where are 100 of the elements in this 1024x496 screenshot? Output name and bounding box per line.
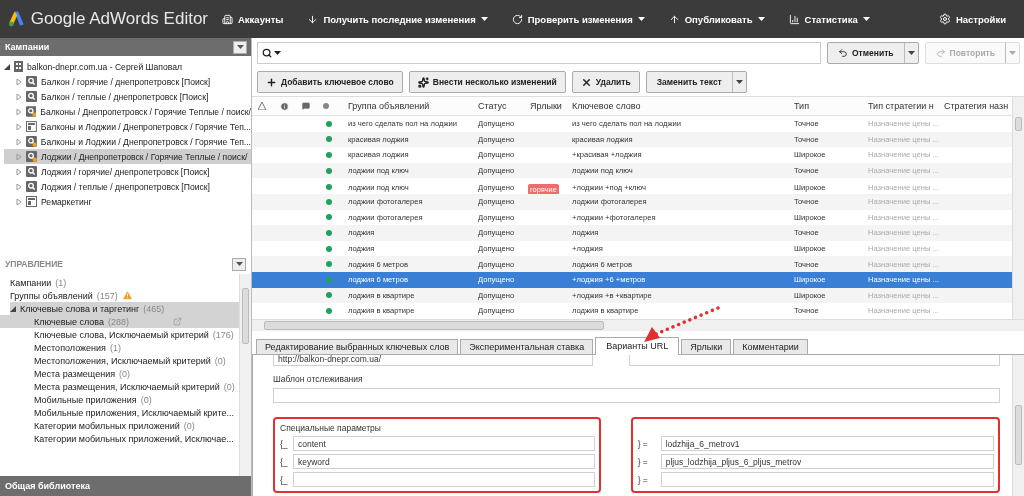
tab[interactable]: Экспериментальная ставка: [460, 339, 594, 354]
tab[interactable]: Комментарии: [733, 339, 808, 354]
campaign-item[interactable]: Лоджия / горячие/ днепропетровск [Поиск]: [4, 164, 251, 179]
brace-symbol: {_: [280, 474, 289, 485]
column-header[interactable]: Статус: [474, 101, 526, 111]
plus-icon: [266, 76, 277, 88]
menu-button[interactable]: Получить последние изменения: [297, 9, 498, 29]
tab[interactable]: Варианты URL: [595, 337, 680, 355]
campaign-item[interactable]: Балконы / Днепропетровск / Горячие Теплые / поиск/: [4, 104, 251, 119]
campaign-item[interactable]: Балкон / теплые / днепропетровск [Поиск]: [4, 89, 251, 104]
scrollbar[interactable]: [1012, 355, 1024, 496]
equals-symbol: } =: [637, 474, 649, 485]
status-dot: [326, 292, 332, 299]
caret-icon: [907, 51, 915, 55]
tab[interactable]: Ярлыки: [681, 339, 732, 354]
nav-item[interactable]: Кампании (1): [10, 276, 239, 289]
campaign-item[interactable]: Балконы и Лоджии / Днепропетровск / Горячие Теп...: [4, 134, 251, 149]
panel-title: Кампании: [5, 42, 50, 52]
column-header[interactable]: Ярлыки: [526, 101, 568, 111]
dropdown-button[interactable]: [233, 40, 247, 54]
url-field[interactable]: http://balkon-dnepr.com.ua/: [273, 355, 593, 366]
external-link-icon[interactable]: [173, 317, 183, 326]
param-value-field[interactable]: lodzhija_6_metrov1: [660, 436, 994, 451]
account-item[interactable]: balkon-dnepr.com.ua - Сергей Шаповал: [4, 59, 251, 74]
scrollbar[interactable]: [239, 274, 251, 476]
nav-item[interactable]: Ключевые слова и таргетинг (465): [10, 302, 239, 315]
nav-item[interactable]: Категории мобильных приложений (0): [0, 419, 239, 432]
split-button[interactable]: Заменить текст: [645, 71, 747, 93]
menu-button[interactable]: Опубликовать: [658, 9, 775, 29]
brace-symbol: {_: [280, 438, 289, 449]
logo-icon: [8, 10, 25, 28]
tracking-field[interactable]: [273, 388, 1000, 403]
nav-item[interactable]: Группы объявлений (157): [10, 289, 239, 302]
expand-icon[interactable]: [4, 63, 10, 70]
error-icon: [280, 101, 289, 111]
expand-icon[interactable]: [10, 305, 16, 312]
search-icon: [262, 48, 272, 58]
toolbar-button[interactable]: Внести несколько изменений: [408, 71, 566, 93]
field-label: Шаблон отслеживания: [273, 374, 364, 384]
nav-item[interactable]: Мобильные приложения, Исключаемый крите...: [0, 406, 239, 419]
menu-button[interactable]: Аккаунты: [212, 9, 294, 29]
toolbar-button[interactable]: Добавить ключевое слово: [257, 71, 403, 93]
column-header[interactable]: Группа объявлений: [344, 101, 474, 111]
library-bar[interactable]: Общая библиотека: [0, 476, 251, 496]
caret-icon: [235, 262, 243, 266]
comment-icon: [302, 102, 310, 110]
param-name-field[interactable]: [293, 472, 595, 487]
status-dot: [326, 136, 332, 143]
nav-item[interactable]: Местоположения, Исключаемый критерий (0): [0, 354, 239, 367]
app-title: Google AdWords Editor: [30, 9, 208, 29]
nav-item[interactable]: Места размещения (0): [0, 367, 239, 380]
nav-item[interactable]: Ключевые слова, Исключаемый критерий (176): [0, 328, 239, 341]
dropdown-button[interactable]: [232, 257, 246, 271]
param-name-field[interactable]: content: [293, 436, 595, 451]
campaign-item[interactable]: Лоджии / Днепропетровск / Горячие Теплые / поиск/: [4, 149, 251, 164]
field-label: Специальные параметры: [280, 423, 382, 433]
close-icon: [580, 76, 592, 88]
column-header[interactable]: Тип стратегии н: [864, 101, 940, 111]
status-dot: [326, 167, 332, 174]
caret-icon: [236, 45, 244, 49]
column-header[interactable]: Тип: [790, 101, 864, 111]
nav-item[interactable]: Ключевые слова (288): [0, 315, 239, 328]
scrollbar[interactable]: [252, 319, 1024, 331]
download-icon: [307, 13, 319, 25]
campaign-item[interactable]: Лоджия / теплые / днепропетровск [Поиск]: [4, 179, 251, 194]
caret-icon: [735, 80, 743, 84]
param-value-field[interactable]: [660, 472, 994, 487]
redo-icon: [935, 48, 946, 58]
refresh-icon: [511, 13, 523, 25]
param-value-field[interactable]: pljus_lodzhija_pljus_6_pljus_metrov: [660, 454, 994, 469]
campaign-item[interactable]: Балконы и Лоджии / Днепропетровск / Горячие Теп...: [4, 119, 251, 134]
nav-item[interactable]: Мобильные приложения (0): [0, 393, 239, 406]
scrollbar[interactable]: [1012, 97, 1024, 319]
nav-item[interactable]: Категории мобильных приложений, Исключае...: [0, 432, 239, 445]
split-button[interactable]: Отменить: [827, 42, 919, 64]
status-dot: [326, 214, 332, 221]
toolbar-button[interactable]: Удалить: [571, 71, 640, 93]
brace-symbol: {_: [280, 456, 289, 467]
param-name-field[interactable]: keyword: [293, 454, 595, 469]
building-icon: [222, 13, 233, 25]
menu-button[interactable]: Проверить изменения: [501, 9, 655, 29]
settings-button[interactable]: Настройки: [928, 9, 1016, 29]
settings-icon: [938, 13, 951, 25]
status-dot: [326, 261, 332, 268]
dropdown-button[interactable]: [731, 72, 746, 92]
search-field[interactable]: [257, 42, 821, 64]
menu-button[interactable]: Статистика: [778, 9, 880, 29]
history-button[interactable]: Отменить: [828, 43, 904, 63]
tab[interactable]: Редактирование выбранных ключевых слов: [256, 339, 459, 354]
campaign-item[interactable]: Ремаркетинг: [4, 194, 251, 209]
nav-item[interactable]: Местоположения (1): [0, 341, 239, 354]
dropdown-button[interactable]: [903, 43, 918, 63]
nav-item[interactable]: Места размещения, Исключаемый критерий (0): [0, 380, 239, 393]
url-field[interactable]: [629, 355, 1000, 366]
toolbar-button[interactable]: Заменить текст: [646, 72, 732, 92]
status-icon: [323, 103, 329, 109]
column-header[interactable]: Стратегия назн: [940, 101, 1012, 111]
undo-icon: [838, 48, 848, 58]
campaign-item[interactable]: Балкон / горячие / днепропетровск [Поиск]: [4, 74, 251, 89]
column-header[interactable]: Ключевое слово: [568, 101, 790, 111]
